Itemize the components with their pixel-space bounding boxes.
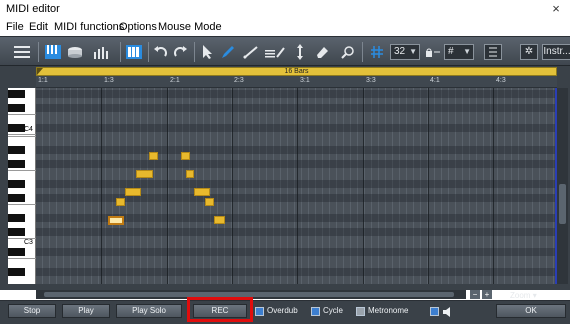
menu-bar: File Edit MIDI functions Options Mouse M… — [0, 20, 570, 36]
metronome-checkbox[interactable] — [356, 307, 365, 316]
zoom-in-button[interactable]: + — [482, 290, 492, 299]
snap-select[interactable]: # ▼ — [444, 44, 474, 60]
ruler-tick: 4:1 — [430, 77, 440, 84]
close-icon[interactable]: × — [548, 1, 564, 17]
zoom-dropdown[interactable]: Zoom ▾ — [510, 291, 537, 300]
piano-roll-icon[interactable] — [44, 42, 62, 62]
cycle-label: Cycle — [323, 306, 344, 315]
eraser-icon[interactable] — [314, 42, 330, 62]
piano-keys-icon[interactable] — [125, 42, 143, 62]
velocity-icon[interactable] — [92, 42, 112, 62]
instrument-button[interactable]: Instr... — [542, 44, 570, 60]
length-bar[interactable]: 16 Bars — [36, 67, 557, 76]
ruler-tick: 1:1 — [38, 77, 48, 84]
snap-lock-icon — [424, 42, 442, 62]
midi-note[interactable] — [136, 170, 153, 178]
ruler-tick: 3:3 — [366, 77, 376, 84]
gear-icon[interactable]: ✲ — [520, 44, 538, 60]
ruler-tick: 1:3 — [104, 77, 114, 84]
rec-highlight-annotation — [187, 297, 253, 322]
menu-midi-functions[interactable]: MIDI functions — [54, 21, 124, 33]
list-view-icon[interactable] — [12, 42, 32, 62]
stop-button[interactable]: Stop — [8, 304, 56, 318]
midi-note[interactable] — [181, 152, 190, 160]
midi-note[interactable] — [149, 152, 158, 160]
play-button[interactable]: Play — [62, 304, 110, 318]
midi-note[interactable] — [205, 198, 214, 206]
redo-icon[interactable] — [172, 42, 188, 62]
overdub-label: Overdub — [267, 306, 298, 315]
transport-bar: Stop Play Play Solo REC Overdub Cycle Me… — [0, 300, 570, 324]
speaker-icon — [441, 305, 453, 319]
title-bar: MIDI editor × — [0, 0, 570, 20]
menu-mouse-mode[interactable]: Mouse Mode — [158, 21, 222, 33]
piano-keyboard[interactable]: C4 C3 — [8, 88, 36, 284]
ruler-tick: 2:1 — [170, 77, 180, 84]
ruler-tick: 3:1 — [300, 77, 310, 84]
menu-options[interactable]: Options — [119, 21, 157, 33]
midi-note[interactable] — [194, 188, 210, 196]
pointer-icon[interactable] — [200, 42, 216, 62]
grid-select[interactable]: 32 ▼ — [390, 44, 420, 60]
key-label-c3: C3 — [24, 239, 33, 246]
grid-icon — [368, 42, 388, 62]
menu-file[interactable]: File — [6, 21, 24, 33]
midi-note[interactable] — [214, 216, 225, 224]
zoom-tool-icon[interactable] — [340, 42, 356, 62]
midi-note[interactable] — [125, 188, 141, 196]
midi-editor-area: 16 Bars 1:1 1:3 2:1 2:3 3:1 3:3 4:1 4:3 … — [0, 66, 570, 300]
chevron-down-icon: ▾ — [532, 291, 537, 300]
line-draw-icon[interactable] — [242, 42, 260, 62]
ruler-tick: 4:3 — [496, 77, 506, 84]
ok-button[interactable]: OK — [496, 304, 566, 318]
chevron-down-icon: ▼ — [463, 47, 471, 56]
overdub-checkbox[interactable] — [255, 307, 264, 316]
speaker-checkbox[interactable] — [430, 307, 439, 316]
cycle-checkbox[interactable] — [311, 307, 320, 316]
brush-icon[interactable] — [264, 42, 286, 62]
zoom-out-button[interactable]: − — [470, 290, 480, 299]
vertical-scrollbar[interactable] — [557, 88, 568, 284]
time-ruler[interactable]: 1:1 1:3 2:1 2:3 3:1 3:3 4:1 4:3 — [36, 76, 557, 88]
move-icon[interactable] — [292, 42, 308, 62]
midi-note[interactable] — [116, 198, 125, 206]
key-label-c4: C4 — [24, 126, 33, 133]
midi-note-selected[interactable] — [108, 216, 124, 225]
metronome-label: Metronome — [368, 306, 409, 315]
note-grid[interactable] — [36, 88, 557, 284]
length-label: 16 Bars — [284, 68, 309, 75]
drum-editor-icon[interactable] — [66, 42, 84, 62]
chevron-down-icon: ▼ — [409, 47, 417, 56]
scale-button[interactable] — [484, 44, 502, 60]
undo-icon[interactable] — [153, 42, 169, 62]
pencil-icon[interactable] — [220, 42, 236, 62]
window-title: MIDI editor — [6, 3, 60, 15]
menu-edit[interactable]: Edit — [29, 21, 48, 33]
midi-note[interactable] — [186, 170, 194, 178]
play-solo-button[interactable]: Play Solo — [116, 304, 182, 318]
toolbar: 32 ▼ # ▼ ✲ Instr... — [0, 36, 570, 66]
ruler-tick: 2:3 — [234, 77, 244, 84]
